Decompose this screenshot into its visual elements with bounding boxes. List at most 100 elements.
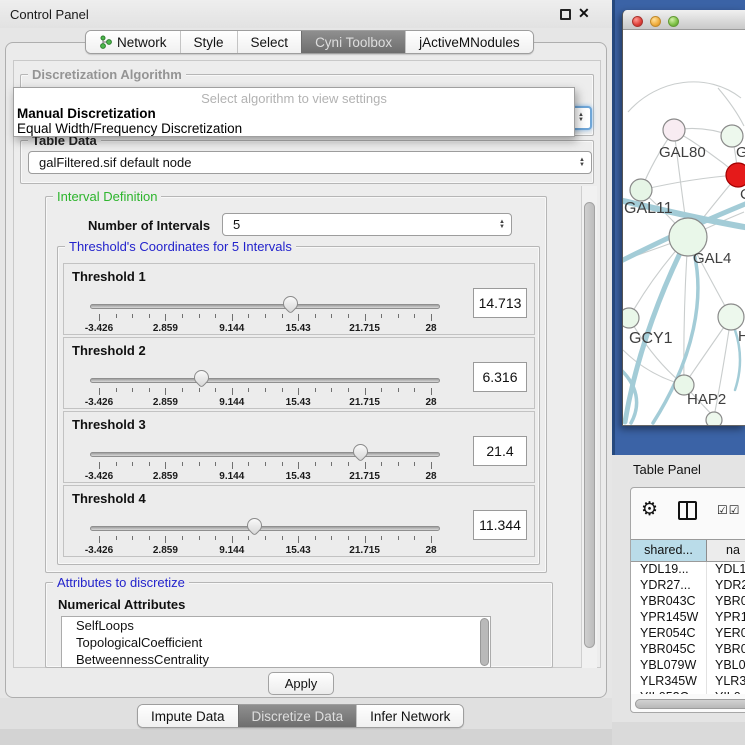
slider-track[interactable] — [90, 452, 440, 457]
cell-shared-name[interactable]: YPR145W — [631, 610, 707, 626]
slider-thumb[interactable] — [191, 367, 212, 388]
panel-scrollbar[interactable] — [581, 186, 597, 668]
cell-shared-name[interactable]: YER054C — [631, 626, 707, 642]
slider-tick — [149, 536, 150, 540]
cell-name[interactable]: YPR1 — [707, 610, 745, 626]
cell-shared-name[interactable]: YDL19... — [631, 562, 707, 578]
table-row[interactable]: YBR045CYBR0 — [631, 642, 745, 658]
threshold-value-field[interactable]: 6.316 — [473, 362, 527, 392]
tab-jactivemnodules[interactable]: jActiveMNodules — [405, 31, 533, 53]
slider-tick — [116, 462, 117, 466]
table-horizontal-scrollbar[interactable] — [635, 699, 745, 709]
slider-track[interactable] — [90, 304, 440, 309]
tab-impute-data[interactable]: Impute Data — [138, 705, 238, 727]
threshold-value-field[interactable]: 14.713 — [473, 288, 527, 318]
scrollbar-thumb[interactable] — [635, 699, 745, 709]
zoom-traffic-light-icon[interactable] — [668, 16, 679, 27]
node-right[interactable] — [718, 304, 744, 330]
cell-shared-name[interactable]: YDR27... — [631, 578, 707, 594]
threshold-slider[interactable]: -3.4262.8599.14415.4321.71528 — [90, 374, 440, 408]
slider-tick — [116, 536, 117, 540]
table-row[interactable]: YER054CYER0 — [631, 626, 745, 642]
tab-style[interactable]: Style — [180, 31, 237, 53]
table-row[interactable]: YBL079WYBL0 — [631, 658, 745, 674]
node-bottom[interactable] — [706, 412, 722, 425]
threshold-panel: Threshold 2 -3.4262.8599.14415.4321.7152… — [63, 337, 535, 409]
tab-infer-network[interactable]: Infer Network — [356, 705, 463, 727]
desktop-edge — [612, 0, 615, 458]
node-gal80[interactable] — [663, 119, 685, 141]
apply-button[interactable]: Apply — [268, 672, 334, 695]
cell-shared-name[interactable]: YIL052C — [631, 690, 707, 694]
table-settings-gear-icon[interactable]: ⚙ — [641, 498, 658, 520]
slider-track[interactable] — [90, 378, 440, 383]
number-of-intervals-label: Number of Intervals — [88, 218, 210, 233]
cell-name[interactable]: YIL0 — [707, 690, 745, 694]
slider-thumb[interactable] — [244, 515, 265, 536]
slider-tick — [431, 536, 432, 543]
float-icon[interactable] — [560, 9, 571, 20]
svg-text:GA: GA — [736, 144, 745, 161]
network-canvas[interactable]: GAL80 GA GAL11 GAL4 GCY1 H HAP2 C — [623, 30, 745, 425]
popup-option-manual-discretization[interactable]: Manual Discretization — [17, 106, 156, 121]
node-selected-red[interactable] — [726, 163, 745, 187]
cell-shared-name[interactable]: YBR045C — [631, 642, 707, 658]
network-nodes[interactable] — [623, 119, 745, 425]
cell-shared-name[interactable]: YBL079W — [631, 658, 707, 674]
tab-network[interactable]: Network — [86, 31, 180, 53]
tab-select[interactable]: Select — [237, 31, 302, 53]
threshold-value-field[interactable]: 21.4 — [473, 436, 527, 466]
cell-shared-name[interactable]: YBR043C — [631, 594, 707, 610]
slider-tick — [232, 536, 233, 543]
close-icon[interactable]: ✕ — [578, 5, 590, 22]
threshold-slider[interactable]: -3.4262.8599.14415.4321.71528 — [90, 522, 440, 556]
select-columns-icon[interactable]: ☑☑ — [717, 503, 741, 517]
slider-tick — [215, 462, 216, 466]
column-layout-icon[interactable] — [678, 501, 697, 520]
table-row[interactable]: YPR145WYPR1 — [631, 610, 745, 626]
table-row[interactable]: YIL052CYIL0 — [631, 690, 745, 694]
threshold-slider[interactable]: -3.4262.8599.14415.4321.71528 — [90, 448, 440, 482]
slider-track[interactable] — [90, 526, 440, 531]
cell-name[interactable]: YDL1 — [707, 562, 745, 578]
table-row[interactable]: YDL19...YDL1 — [631, 562, 745, 578]
table-data-combobox[interactable]: galFiltered.sif default node ▲▼ — [28, 151, 592, 174]
tab-discretize-data[interactable]: Discretize Data — [238, 705, 357, 727]
node-gal11[interactable] — [630, 179, 652, 201]
numerical-attributes-list[interactable]: SelfLoopsTopologicalCoefficientBetweenne… — [61, 616, 491, 668]
close-traffic-light-icon[interactable] — [632, 16, 643, 27]
threshold-value-field[interactable]: 11.344 — [473, 510, 527, 540]
cell-name[interactable]: YBR0 — [707, 642, 745, 658]
cell-name[interactable]: YBR0 — [707, 594, 745, 610]
table-row[interactable]: YBR043CYBR0 — [631, 594, 745, 610]
slider-tick — [398, 388, 399, 392]
slider-tick — [298, 462, 299, 469]
attribute-list-item[interactable]: BetweennessCentrality — [62, 651, 490, 668]
cell-name[interactable]: YER0 — [707, 626, 745, 642]
attribute-list-item[interactable]: SelfLoops — [62, 617, 490, 634]
scrollbar-thumb[interactable] — [584, 202, 595, 648]
number-of-intervals-combobox[interactable]: 5 ▲▼ — [222, 213, 512, 236]
node-gcy1[interactable] — [623, 308, 639, 328]
cell-name[interactable]: YLR3 — [707, 674, 745, 690]
slider-tick — [398, 462, 399, 466]
column-header-name[interactable]: na — [707, 540, 745, 561]
list-scrollbar[interactable] — [480, 618, 489, 666]
cell-name[interactable]: YBL0 — [707, 658, 745, 674]
cell-shared-name[interactable]: YLR345W — [631, 674, 707, 690]
attribute-list-item[interactable]: TopologicalCoefficient — [62, 634, 490, 651]
tab-cyni-toolbox[interactable]: Cyni Toolbox — [301, 31, 405, 53]
table-body[interactable]: YDL19...YDL1YDR27...YDR2YBR043CYBR0YPR14… — [631, 562, 745, 694]
table-row[interactable]: YLR345WYLR3 — [631, 674, 745, 690]
slider-thumb[interactable] — [280, 293, 301, 314]
threshold-slider[interactable]: -3.4262.8599.14415.4321.71528 — [90, 300, 440, 334]
slider-thumb[interactable] — [350, 441, 371, 462]
minimize-traffic-light-icon[interactable] — [650, 16, 661, 27]
popup-option-equal-width[interactable]: Equal Width/Frequency Discretization — [17, 121, 242, 136]
slider-tick — [132, 388, 133, 392]
table-panel-footer — [612, 722, 745, 745]
table-row[interactable]: YDR27...YDR2 — [631, 578, 745, 594]
slider-tick — [116, 314, 117, 318]
column-header-shared-name[interactable]: shared... — [631, 540, 707, 561]
cell-name[interactable]: YDR2 — [707, 578, 745, 594]
